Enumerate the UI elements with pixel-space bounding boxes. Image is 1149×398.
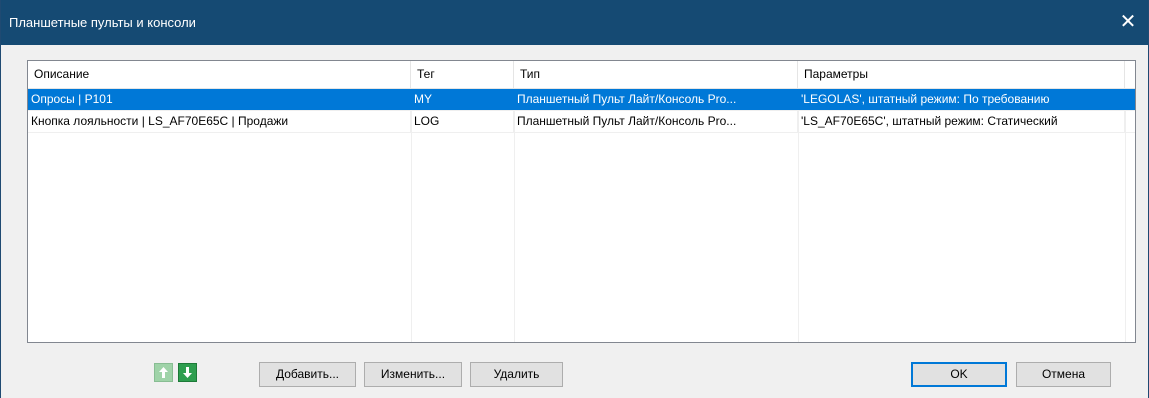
title-bar[interactable]: Планшетные пульты и консоли ✕ xyxy=(1,0,1148,45)
cancel-button[interactable]: Отмена xyxy=(1016,362,1111,387)
window-title: Планшетные пульты и консоли xyxy=(9,15,196,30)
cell-type: Планшетный Пульт Лайт/Консоль Pro... xyxy=(514,89,798,110)
list-row[interactable]: Опросы | P101 MY Планшетный Пульт Лайт/Кон… xyxy=(28,89,1135,111)
column-header-parameters[interactable]: Параметры xyxy=(798,61,1125,88)
list-row[interactable]: Кнопка лояльности | LS_AF70E65C | Продаж… xyxy=(28,111,1135,133)
cell-parameters: 'LEGOLAS', штатный режим: По требованию xyxy=(798,89,1125,110)
ok-button[interactable]: OK xyxy=(911,362,1007,387)
column-header-description[interactable]: Описание xyxy=(28,61,411,88)
cell-type: Планшетный Пульт Лайт/Консоль Pro... xyxy=(514,111,798,132)
arrow-up-icon xyxy=(159,367,168,378)
list-rows: Опросы | P101 MY Планшетный Пульт Лайт/Кон… xyxy=(28,89,1135,133)
close-icon[interactable]: ✕ xyxy=(1108,0,1148,45)
list-header: Описание Тег Тип Параметры xyxy=(28,61,1135,89)
consoles-list[interactable]: Описание Тег Тип Параметры Опросы | P101… xyxy=(27,60,1136,343)
move-down-button[interactable] xyxy=(178,363,197,382)
column-header-filler xyxy=(1125,61,1135,88)
cell-tag: MY xyxy=(411,89,514,110)
column-header-tag[interactable]: Тег xyxy=(411,61,514,88)
cell-parameters: 'LS_AF70E65C', штатный режим: Статически… xyxy=(798,111,1125,132)
cell-tag: LOG xyxy=(411,111,514,132)
delete-button[interactable]: Удалить xyxy=(470,362,563,387)
cell-description: Кнопка лояльности | LS_AF70E65C | Продаж… xyxy=(28,111,411,132)
cell-description: Опросы | P101 xyxy=(28,89,411,110)
edit-button[interactable]: Изменить... xyxy=(364,362,462,387)
move-up-button[interactable] xyxy=(154,363,173,382)
add-button[interactable]: Добавить... xyxy=(259,362,356,387)
column-header-type[interactable]: Тип xyxy=(514,61,798,88)
arrow-down-icon xyxy=(183,367,192,378)
dialog-window: Планшетные пульты и консоли ✕ Описание Т… xyxy=(0,0,1149,398)
